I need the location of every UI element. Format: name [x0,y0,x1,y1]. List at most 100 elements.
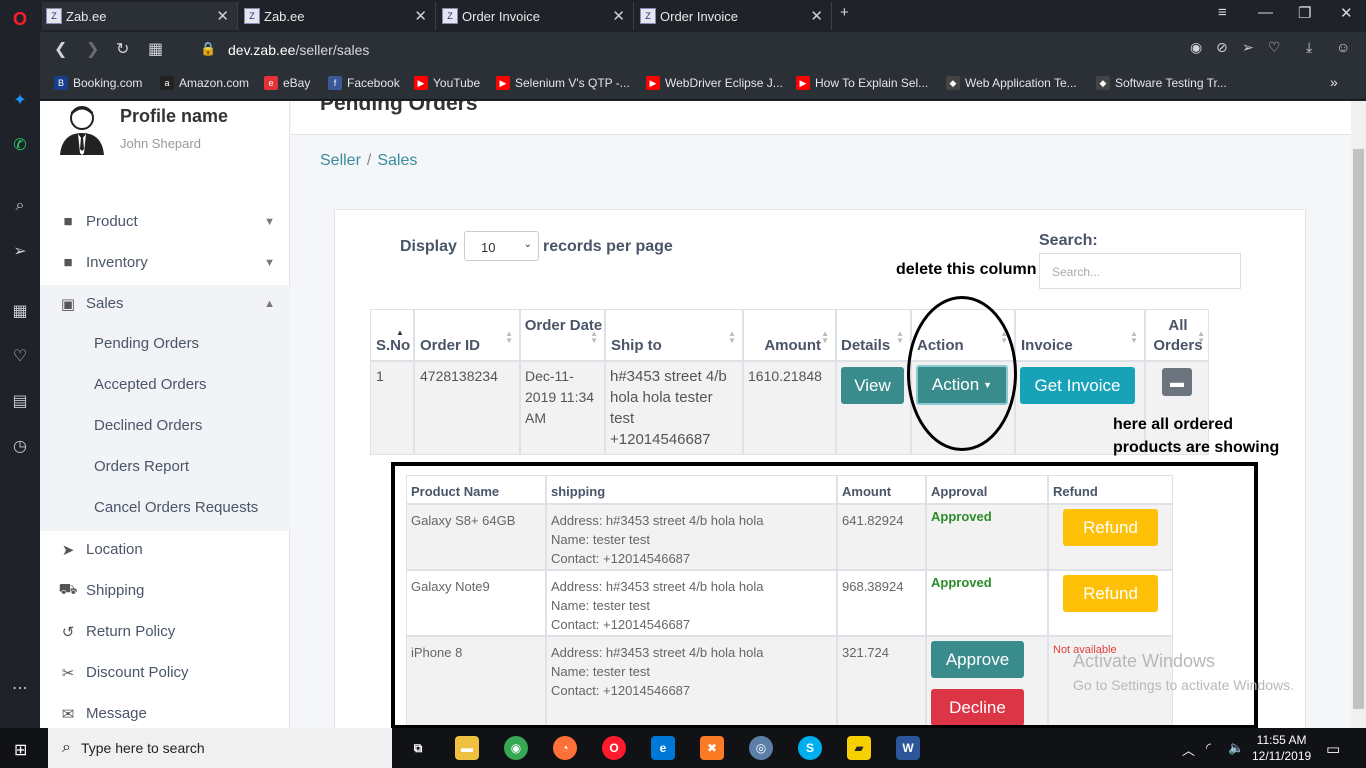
sidebar-item-product[interactable]: ■ Product ▼ [40,201,290,242]
sidebar-item-location[interactable]: ➤ Location [40,529,290,570]
sidebar-item-return-policy[interactable]: ↺ Return Policy [40,611,290,652]
close-window-icon[interactable]: ✕ [1340,4,1353,22]
tray-chevron-icon[interactable]: ︿ [1182,740,1195,759]
search-input[interactable]: Search... [1039,253,1241,289]
notifications-icon[interactable]: ▭ [1326,740,1340,758]
file-explorer-icon[interactable]: ▬ [455,736,479,760]
news-icon[interactable]: ▤ [8,389,32,413]
sidebar-item-message[interactable]: ✉ Message [40,693,290,728]
records-per-page-select[interactable]: 10 ⌄ [464,231,539,261]
close-tab-icon[interactable]: ✕ [216,7,229,25]
breadcrumb-sales[interactable]: Sales [377,152,417,169]
sidebar-item-sales[interactable]: ▣ Sales ▲ [40,283,290,324]
tab-3[interactable]: Z Order Invoice ✕ [438,2,634,30]
breadcrumb-seller[interactable]: Seller [320,152,361,169]
chrome-icon[interactable]: ◉ [504,736,528,760]
th-all-orders[interactable]: All Orders ▲ ▼ [1145,309,1209,361]
download-icon[interactable]: ⤓ [1306,39,1312,56]
bookmark-amazon[interactable]: a Amazon.com [160,76,249,90]
bookmark-webdriver[interactable]: ▶ WebDriver Eclipse J... [646,76,783,90]
send-icon[interactable]: ➢ [8,239,32,263]
sidebar-item-inventory[interactable]: ■ Inventory ▼ [40,242,290,283]
scrollbar-thumb[interactable] [1353,149,1364,709]
get-invoice-button[interactable]: Get Invoice [1020,367,1135,404]
xampp-icon[interactable]: ✖ [700,736,724,760]
taskbar-search[interactable]: ⌕ Type here to search [48,728,392,768]
opera-logo-icon[interactable]: O [8,7,32,31]
sidebar-sub-declined-orders[interactable]: Declined Orders [94,417,202,434]
bookmark-web-app[interactable]: ◆ Web Application Te... [946,76,1077,90]
edge-icon[interactable]: e [651,736,675,760]
address-bar: ❮ ❯ ↻ ▦ 🔒 dev.zab.ee/seller/sales ◉ ⊘ ➢ … [40,32,1366,68]
forward-icon[interactable]: ❯ [86,39,99,59]
booking-icon: B [54,76,68,90]
minimize-icon[interactable]: — [1258,4,1273,21]
opera-icon[interactable]: O [602,736,626,760]
more-bookmarks-icon[interactable]: » [1330,74,1338,90]
minus-square-icon[interactable]: ▬ [1162,368,1192,396]
bookmark-youtube[interactable]: ▶ YouTube [414,76,480,90]
opera-sidebar: O ✦ ✆ ⌕ ➢ ▦ ♡ ▤ ◷ ⋯ [0,0,40,728]
heart-icon[interactable]: ♡ [1268,39,1281,56]
bookmark-explain-selenium[interactable]: ▶ How To Explain Sel... [796,76,928,90]
tabs-grid-icon[interactable]: ▦ [148,39,163,59]
th-label: Ship to [611,337,662,354]
briefcase-icon: ■ [63,213,73,230]
th-order-id[interactable]: Order ID ▲ ▼ [414,309,520,361]
sidebar-sub-accepted-orders[interactable]: Accepted Orders [94,376,207,393]
sidebar-sub-cancel-orders-requests[interactable]: Cancel Orders Requests [94,499,258,516]
back-icon[interactable]: ❮ [54,39,67,59]
speed-dial-icon[interactable]: ▦ [8,299,32,323]
url-path: /seller/sales [295,42,370,58]
bookmark-facebook[interactable]: f Facebook [328,76,400,90]
th-amount[interactable]: Amount ▲ ▼ [743,309,836,361]
network-tool-icon[interactable]: ◎ [749,736,773,760]
sidebar-item-shipping[interactable]: ⛟ Shipping [40,570,290,611]
bookmark-selenium[interactable]: ▶ Selenium V's QTP -... [496,76,630,90]
close-tab-icon[interactable]: ✕ [414,7,427,25]
bookmark-software-testing[interactable]: ◆ Software Testing Tr... [1096,76,1227,90]
tab-4[interactable]: Z Order Invoice ✕ [636,2,832,30]
volume-icon[interactable]: 🔈 [1228,740,1244,756]
camera-icon[interactable]: ◉ [1190,39,1202,56]
word-icon[interactable]: W [896,736,920,760]
heart-icon[interactable]: ♡ [8,344,32,368]
tab-2[interactable]: Z Zab.ee ✕ [240,2,436,30]
send-icon[interactable]: ➢ [1242,39,1254,56]
skype-icon[interactable]: S [798,736,822,760]
bookmark-booking[interactable]: B Booking.com [54,76,142,90]
close-tab-icon[interactable]: ✕ [612,7,625,25]
firefox-icon[interactable]: ◔ [553,736,577,760]
account-icon[interactable]: ☺ [1336,39,1350,55]
url-field[interactable]: dev.zab.ee/seller/sales [228,42,369,58]
th-sno[interactable]: S.No ▲ [370,309,414,361]
adblock-icon[interactable]: ⊘ [1216,39,1228,56]
bookmark-ebay[interactable]: e eBay [264,76,310,90]
new-tab-icon[interactable]: + [840,4,849,21]
th-order-date[interactable]: Order Date ▲ ▼ [520,309,605,361]
th-ship-to[interactable]: Ship to ▲ ▼ [605,309,743,361]
sidebar-item-discount-policy[interactable]: ✂ Discount Policy [40,652,290,693]
sidebar-sub-pending-orders[interactable]: Pending Orders [94,335,199,352]
more-icon[interactable]: ⋯ [8,676,32,700]
whatsapp-icon[interactable]: ✆ [8,133,32,157]
tab-menu-icon[interactable]: ≡ [1218,4,1227,21]
history-icon[interactable]: ◷ [8,434,32,458]
messenger-icon[interactable]: ✦ [8,88,32,112]
wifi-icon[interactable]: ◜ [1206,740,1211,756]
close-tab-icon[interactable]: ✕ [810,7,823,25]
search-icon[interactable]: ⌕ [8,194,32,218]
th-details[interactable]: Details ▲ ▼ [836,309,911,361]
windows-start-icon[interactable]: ⊞ [14,740,27,760]
page-scrollbar[interactable] [1351,101,1366,728]
view-button[interactable]: View [841,367,904,404]
reload-icon[interactable]: ↻ [116,39,129,59]
taskbar-clock[interactable]: 11:55 AM 12/11/2019 [1252,732,1311,764]
display-label: Display [400,238,457,255]
task-view-icon[interactable]: ⧉ [406,736,430,760]
sticky-notes-icon[interactable]: ▰ [847,736,871,760]
th-invoice[interactable]: Invoice ▲ ▼ [1015,309,1145,361]
tab-1[interactable]: Z Zab.ee ✕ [42,2,238,30]
sidebar-sub-orders-report[interactable]: Orders Report [94,458,189,475]
maximize-icon[interactable]: ❐ [1298,4,1311,22]
